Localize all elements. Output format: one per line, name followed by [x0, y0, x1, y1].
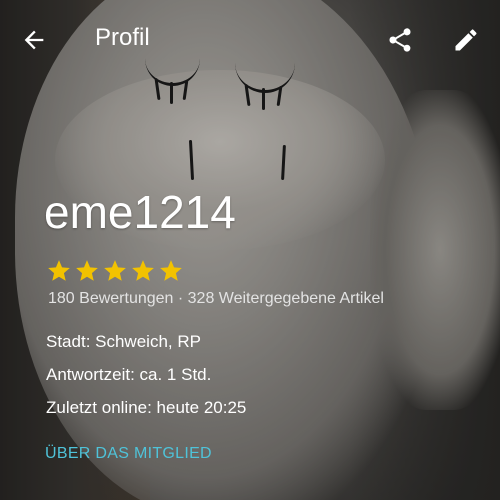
star-icon — [104, 260, 126, 281]
star-icon — [48, 260, 70, 281]
ratings-and-items-count: 180 Bewertungen · 328 Weitergegebene Art… — [48, 290, 384, 307]
page-title: Profil — [95, 24, 150, 51]
username: eme1214 — [44, 186, 236, 238]
last-online-text: Zuletzt online: heute 20:25 — [46, 398, 247, 417]
arrow-left-icon[interactable] — [14, 20, 54, 60]
pencil-icon[interactable] — [448, 22, 484, 58]
star-icon — [76, 260, 98, 281]
city-text: Stadt: Schweich, RP — [46, 332, 201, 351]
star-icon — [132, 260, 154, 281]
about-member-link[interactable]: ÜBER DAS MITGLIED — [45, 445, 212, 463]
app-bar: Profil — [0, 0, 500, 80]
share-icon[interactable] — [382, 22, 418, 58]
rating-stars — [46, 258, 184, 284]
response-time-text: Antwortzeit: ca. 1 Std. — [46, 365, 212, 384]
star-icon — [160, 260, 182, 281]
